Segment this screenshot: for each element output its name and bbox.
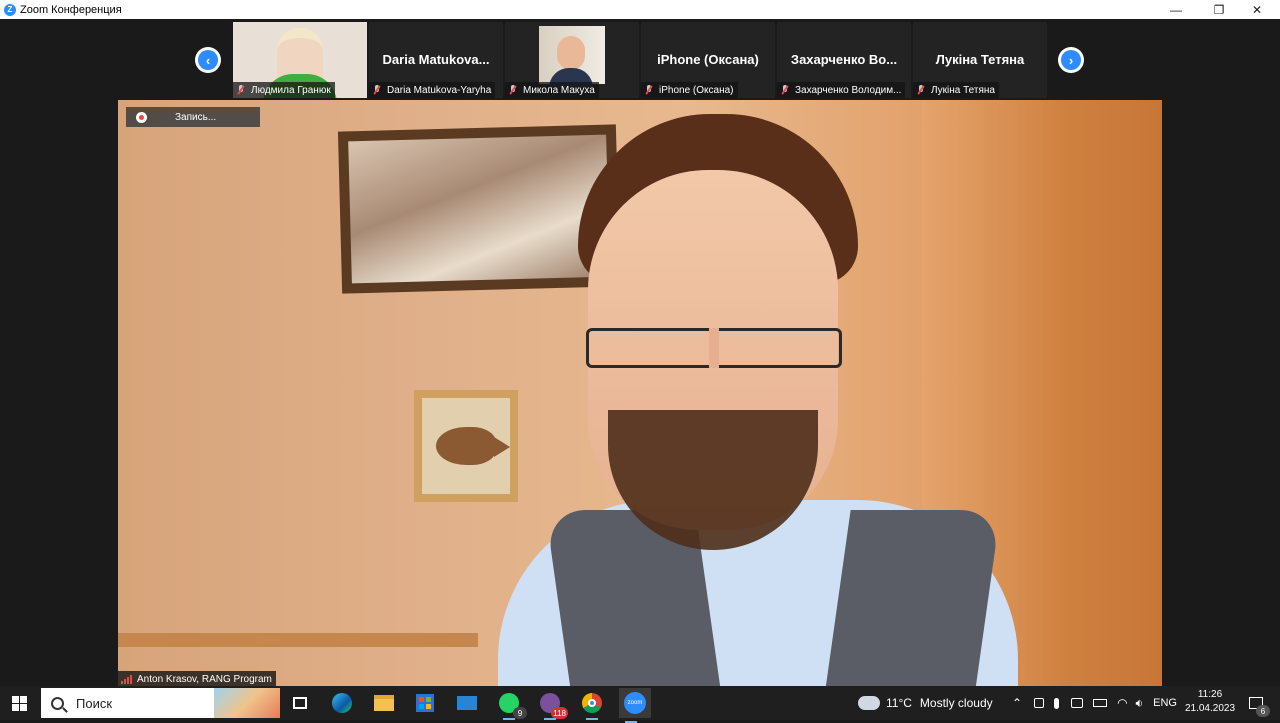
windows-start-icon[interactable] xyxy=(12,696,27,711)
participant-tile[interactable]: Лукіна Тетяна Лукіна Тетяна xyxy=(913,22,1047,98)
chevron-up-icon[interactable]: ⌃ xyxy=(1012,696,1022,710)
participant-strip: ‹ Людмила Гранюк Daria Matukova... Daria… xyxy=(0,19,1280,99)
chevron-left-icon: ‹ xyxy=(198,50,218,70)
shelf xyxy=(118,633,478,647)
active-speaker-video[interactable]: Запись... Anton Krasov, RANG Program xyxy=(118,100,1162,687)
microphone-icon[interactable] xyxy=(1054,697,1060,709)
participant-name: Людмила Гранюк xyxy=(251,84,331,96)
zoom-icon: zoom xyxy=(624,692,646,714)
edge-icon[interactable] xyxy=(330,691,354,715)
participant-name-label: Лукіна Тетяна xyxy=(913,82,999,98)
minimize-button[interactable]: — xyxy=(1158,0,1194,19)
speaker-person xyxy=(498,110,1018,687)
participant-name-label: Захарченко Володим... xyxy=(777,82,906,98)
participant-display-name: Лукіна Тетяна xyxy=(935,52,1025,67)
chrome-icon[interactable] xyxy=(580,691,604,720)
viber-icon[interactable]: 118 xyxy=(538,691,568,720)
participant-tile[interactable]: Микола Макуха xyxy=(505,22,639,98)
weather-widget[interactable]: 11°C Mostly cloudy xyxy=(858,686,993,720)
notifications-button[interactable]: 6 xyxy=(1244,691,1270,717)
maximize-button[interactable]: ❐ xyxy=(1201,0,1237,19)
wifi-icon[interactable]: ◠ xyxy=(1117,696,1127,710)
mic-muted-icon xyxy=(915,84,927,96)
participant-display-name: iPhone (Оксана) xyxy=(657,52,759,67)
search-placeholder: Поиск xyxy=(76,695,113,711)
title-bar: Z Zoom Конференция — ❐ ✕ xyxy=(0,0,1280,19)
prev-page-button[interactable]: ‹ xyxy=(195,47,221,73)
weather-temperature: 11°C xyxy=(886,696,912,710)
fish-icon xyxy=(436,427,510,465)
whatsapp-icon[interactable]: 9 xyxy=(497,691,527,720)
recording-text: Запись... xyxy=(175,111,217,123)
notification-count: 6 xyxy=(1256,705,1270,717)
taskbar-search[interactable]: Поиск xyxy=(41,688,280,718)
participant-name: Микола Макуха xyxy=(523,84,595,96)
participant-name-label: Людмила Гранюк xyxy=(233,82,335,98)
close-button[interactable]: ✕ xyxy=(1239,0,1275,19)
mic-muted-icon xyxy=(779,84,791,96)
participant-tile[interactable]: Захарченко Во... Захарченко Володим... xyxy=(777,22,911,98)
participant-tile[interactable]: iPhone (Оксана) iPhone (Оксана) xyxy=(641,22,775,98)
speaker-name: Anton Krasov, RANG Program xyxy=(137,673,272,685)
window-title: Zoom Конференция xyxy=(20,3,122,16)
signal-strength-icon xyxy=(121,674,132,684)
fish-picture xyxy=(414,390,518,502)
whatsapp-badge: 9 xyxy=(513,707,527,719)
participant-tile[interactable]: Людмила Гранюк xyxy=(233,22,367,98)
weather-description: Mostly cloudy xyxy=(919,696,993,710)
viber-badge: 118 xyxy=(551,707,568,719)
chevron-right-icon: › xyxy=(1061,50,1081,70)
zoom-taskbar-button[interactable]: zoom xyxy=(619,688,651,723)
windows-taskbar: Поиск 9 118 zoom 11°C Mostly cloudy ⌃ ◠ … xyxy=(0,686,1280,723)
participant-face xyxy=(557,36,585,70)
participant-name: iPhone (Оксана) xyxy=(659,84,734,96)
zoom-logo-icon: Z xyxy=(4,3,16,16)
mic-muted-icon xyxy=(235,84,247,96)
file-explorer-icon[interactable] xyxy=(372,691,396,715)
participant-name: Лукіна Тетяна xyxy=(931,84,995,96)
participant-name: Daria Matukova-Yaryha xyxy=(387,84,492,96)
participant-name-label: Daria Matukova-Yaryha xyxy=(369,82,496,98)
clock-date: 21.04.2023 xyxy=(1184,703,1236,714)
cloudy-weather-icon xyxy=(858,696,880,710)
language-indicator[interactable]: ENG xyxy=(1153,697,1177,709)
participant-tile[interactable]: Daria Matukova... Daria Matukova-Yaryha xyxy=(369,22,503,98)
task-view-icon[interactable] xyxy=(288,691,312,715)
onedrive-icon[interactable] xyxy=(1071,698,1084,708)
glasses xyxy=(586,328,842,368)
participant-display-name: Daria Matukova... xyxy=(382,52,490,67)
participant-display-name: Захарченко Во... xyxy=(790,52,898,67)
search-highlight-image xyxy=(214,688,280,718)
mic-muted-icon xyxy=(507,84,519,96)
mic-muted-icon xyxy=(643,84,655,96)
volume-icon[interactable]: 🔉︎ xyxy=(1136,696,1144,711)
participant-name-label: iPhone (Оксана) xyxy=(641,82,738,98)
participant-name-label: Микола Макуха xyxy=(505,82,599,98)
microsoft-store-icon[interactable] xyxy=(413,691,437,715)
meet-now-icon[interactable] xyxy=(1034,698,1045,708)
system-tray: ⌃ ◠ 🔉︎ ENG xyxy=(1012,686,1177,720)
mic-muted-icon xyxy=(371,84,383,96)
next-page-button[interactable]: › xyxy=(1058,47,1084,73)
record-icon xyxy=(136,111,147,123)
clock-time: 11:26 xyxy=(1197,689,1223,700)
battery-icon[interactable] xyxy=(1093,699,1108,707)
speaker-name-label: Anton Krasov, RANG Program xyxy=(118,671,276,687)
mail-icon[interactable] xyxy=(455,691,479,715)
recording-indicator[interactable]: Запись... xyxy=(126,107,260,127)
taskbar-clock[interactable]: 11:26 21.04.2023 xyxy=(1180,688,1240,716)
participant-name: Захарченко Володим... xyxy=(795,84,902,96)
search-icon xyxy=(51,696,64,710)
